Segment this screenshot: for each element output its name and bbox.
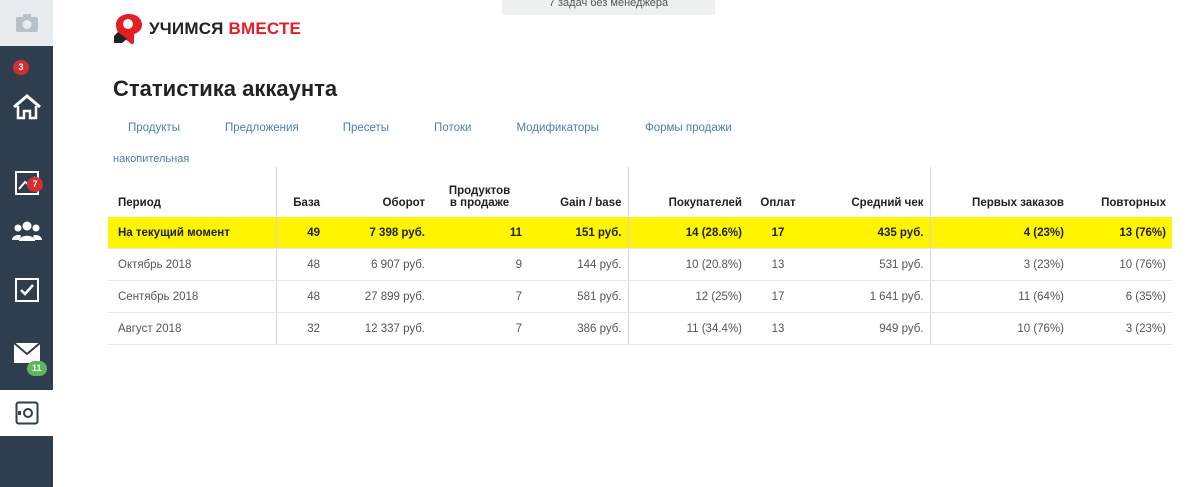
cell-turnover: 27 899 руб. (326, 280, 431, 313)
logo-text: УЧИМСЯ ВМЕСТЕ (149, 19, 301, 39)
tab-sale-forms[interactable]: Формы продажи (645, 122, 732, 134)
cell-payments: 17 (748, 280, 808, 313)
cell-repeat: 3 (23%) (1070, 312, 1172, 345)
cell-gain: 581 руб. (528, 280, 629, 313)
cumulative-toggle[interactable]: накопительная (113, 153, 189, 165)
cell-payments: 17 (748, 217, 808, 249)
notification-badge: 3 (13, 60, 29, 75)
cell-avg-check: 531 руб. (808, 248, 931, 281)
cell-period: Октябрь 2018 (108, 248, 277, 281)
logo-word-2: ВМЕСТЕ (228, 19, 302, 38)
table-row-current[interactable]: На текущий момент 49 7 398 руб. 11 151 р… (108, 217, 1172, 249)
table-header-row: Период База Оборот Продуктов в продаже Ga… (108, 167, 1172, 217)
mail-badge: 11 (27, 361, 47, 376)
sidebar-item-users[interactable] (0, 208, 53, 254)
sidebar: 3 7 11 (0, 0, 53, 487)
tab-presets[interactable]: Пресеты (343, 122, 389, 134)
header-products-line1: Продуктов (448, 185, 511, 197)
header-gain: Gain / base (528, 167, 629, 217)
cell-turnover: 12 337 руб. (326, 312, 431, 345)
sidebar-item-tasks[interactable] (0, 267, 53, 313)
cell-repeat: 6 (35%) (1070, 280, 1172, 313)
header-repeat: Повторных (1101, 197, 1166, 209)
stats-badge: 7 (27, 177, 43, 192)
table-row[interactable]: Сентябрь 2018 48 27 899 руб. 7 581 руб. … (108, 280, 1172, 313)
header-avg-check: Средний чек (808, 167, 931, 217)
header-turnover: Оборот (382, 197, 425, 209)
cell-period: Август 2018 (108, 312, 277, 345)
cell-repeat: 13 (76%) (1070, 217, 1172, 249)
header-products-line2: в продаже (449, 197, 510, 209)
tab-products[interactable]: Продукты (128, 122, 180, 134)
cell-buyers: 12 (25%) (628, 280, 748, 313)
cell-avg-check: 435 руб. (808, 217, 931, 249)
table-row[interactable]: Октябрь 2018 48 6 907 руб. 9 144 руб. 10… (108, 248, 1172, 281)
tab-offers[interactable]: Предложения (225, 122, 299, 134)
tasks-without-manager-notice[interactable]: 7 задач без менеджера (502, 0, 715, 15)
cell-products: 9 (431, 248, 528, 281)
header-products: Продуктов в продаже (431, 167, 528, 217)
camera-icon (15, 14, 38, 32)
cell-products: 11 (431, 217, 528, 249)
cell-first-orders: 11 (64%) (930, 280, 1070, 313)
header-period: Период (108, 167, 277, 217)
cell-payments: 13 (748, 248, 808, 281)
header-base: База (293, 197, 320, 209)
tabs: Продукты Предложения Пресеты Потоки Моди… (128, 122, 732, 134)
cell-first-orders: 3 (23%) (930, 248, 1070, 281)
cell-first-orders: 4 (23%) (930, 217, 1070, 249)
cell-gain: 144 руб. (528, 248, 629, 281)
tab-streams[interactable]: Потоки (434, 122, 471, 134)
logo-word-1: УЧИМСЯ (149, 19, 224, 38)
safe-icon (15, 401, 38, 425)
cell-gain: 151 руб. (528, 217, 629, 249)
cell-avg-check: 1 641 руб. (808, 280, 931, 313)
stats-table: Период База Оборот Продуктов в продаже Ga… (108, 167, 1172, 345)
cell-gain: 386 руб. (528, 312, 629, 345)
cell-products: 7 (431, 312, 528, 345)
logo-mark-icon (114, 14, 142, 45)
home-icon (12, 94, 41, 120)
sidebar-item-camera[interactable] (0, 0, 53, 46)
cell-period: На текущий момент (108, 217, 277, 249)
cell-turnover: 6 907 руб. (326, 248, 431, 281)
sidebar-item-safe[interactable] (0, 390, 53, 436)
page-title: Статистика аккаунта (113, 76, 338, 101)
cell-base: 48 (276, 280, 326, 313)
cell-payments: 13 (748, 312, 808, 345)
cell-avg-check: 949 руб. (808, 312, 931, 345)
cell-repeat: 10 (76%) (1070, 248, 1172, 281)
tab-modifiers[interactable]: Модификаторы (516, 122, 599, 134)
cell-period: Сентябрь 2018 (108, 280, 277, 313)
cell-first-orders: 10 (76%) (930, 312, 1070, 345)
cell-buyers: 11 (34.4%) (628, 312, 748, 345)
table-row[interactable]: Август 2018 32 12 337 руб. 7 386 руб. 11… (108, 312, 1172, 345)
cell-buyers: 10 (20.8%) (628, 248, 748, 281)
header-buyers: Покупателей (668, 197, 742, 209)
cell-base: 48 (276, 248, 326, 281)
header-first-orders: Первых заказов (972, 197, 1064, 209)
cell-products: 7 (431, 280, 528, 313)
cell-buyers: 14 (28.6%) (628, 217, 748, 249)
sidebar-item-home[interactable] (0, 84, 53, 130)
header-payments: Оплат (760, 197, 796, 209)
users-icon (11, 221, 42, 241)
logo[interactable]: УЧИМСЯ ВМЕСТЕ (113, 12, 301, 46)
cell-turnover: 7 398 руб. (326, 217, 431, 249)
cell-base: 32 (276, 312, 326, 345)
cell-base: 49 (276, 217, 326, 249)
checkbox-icon (14, 278, 39, 302)
